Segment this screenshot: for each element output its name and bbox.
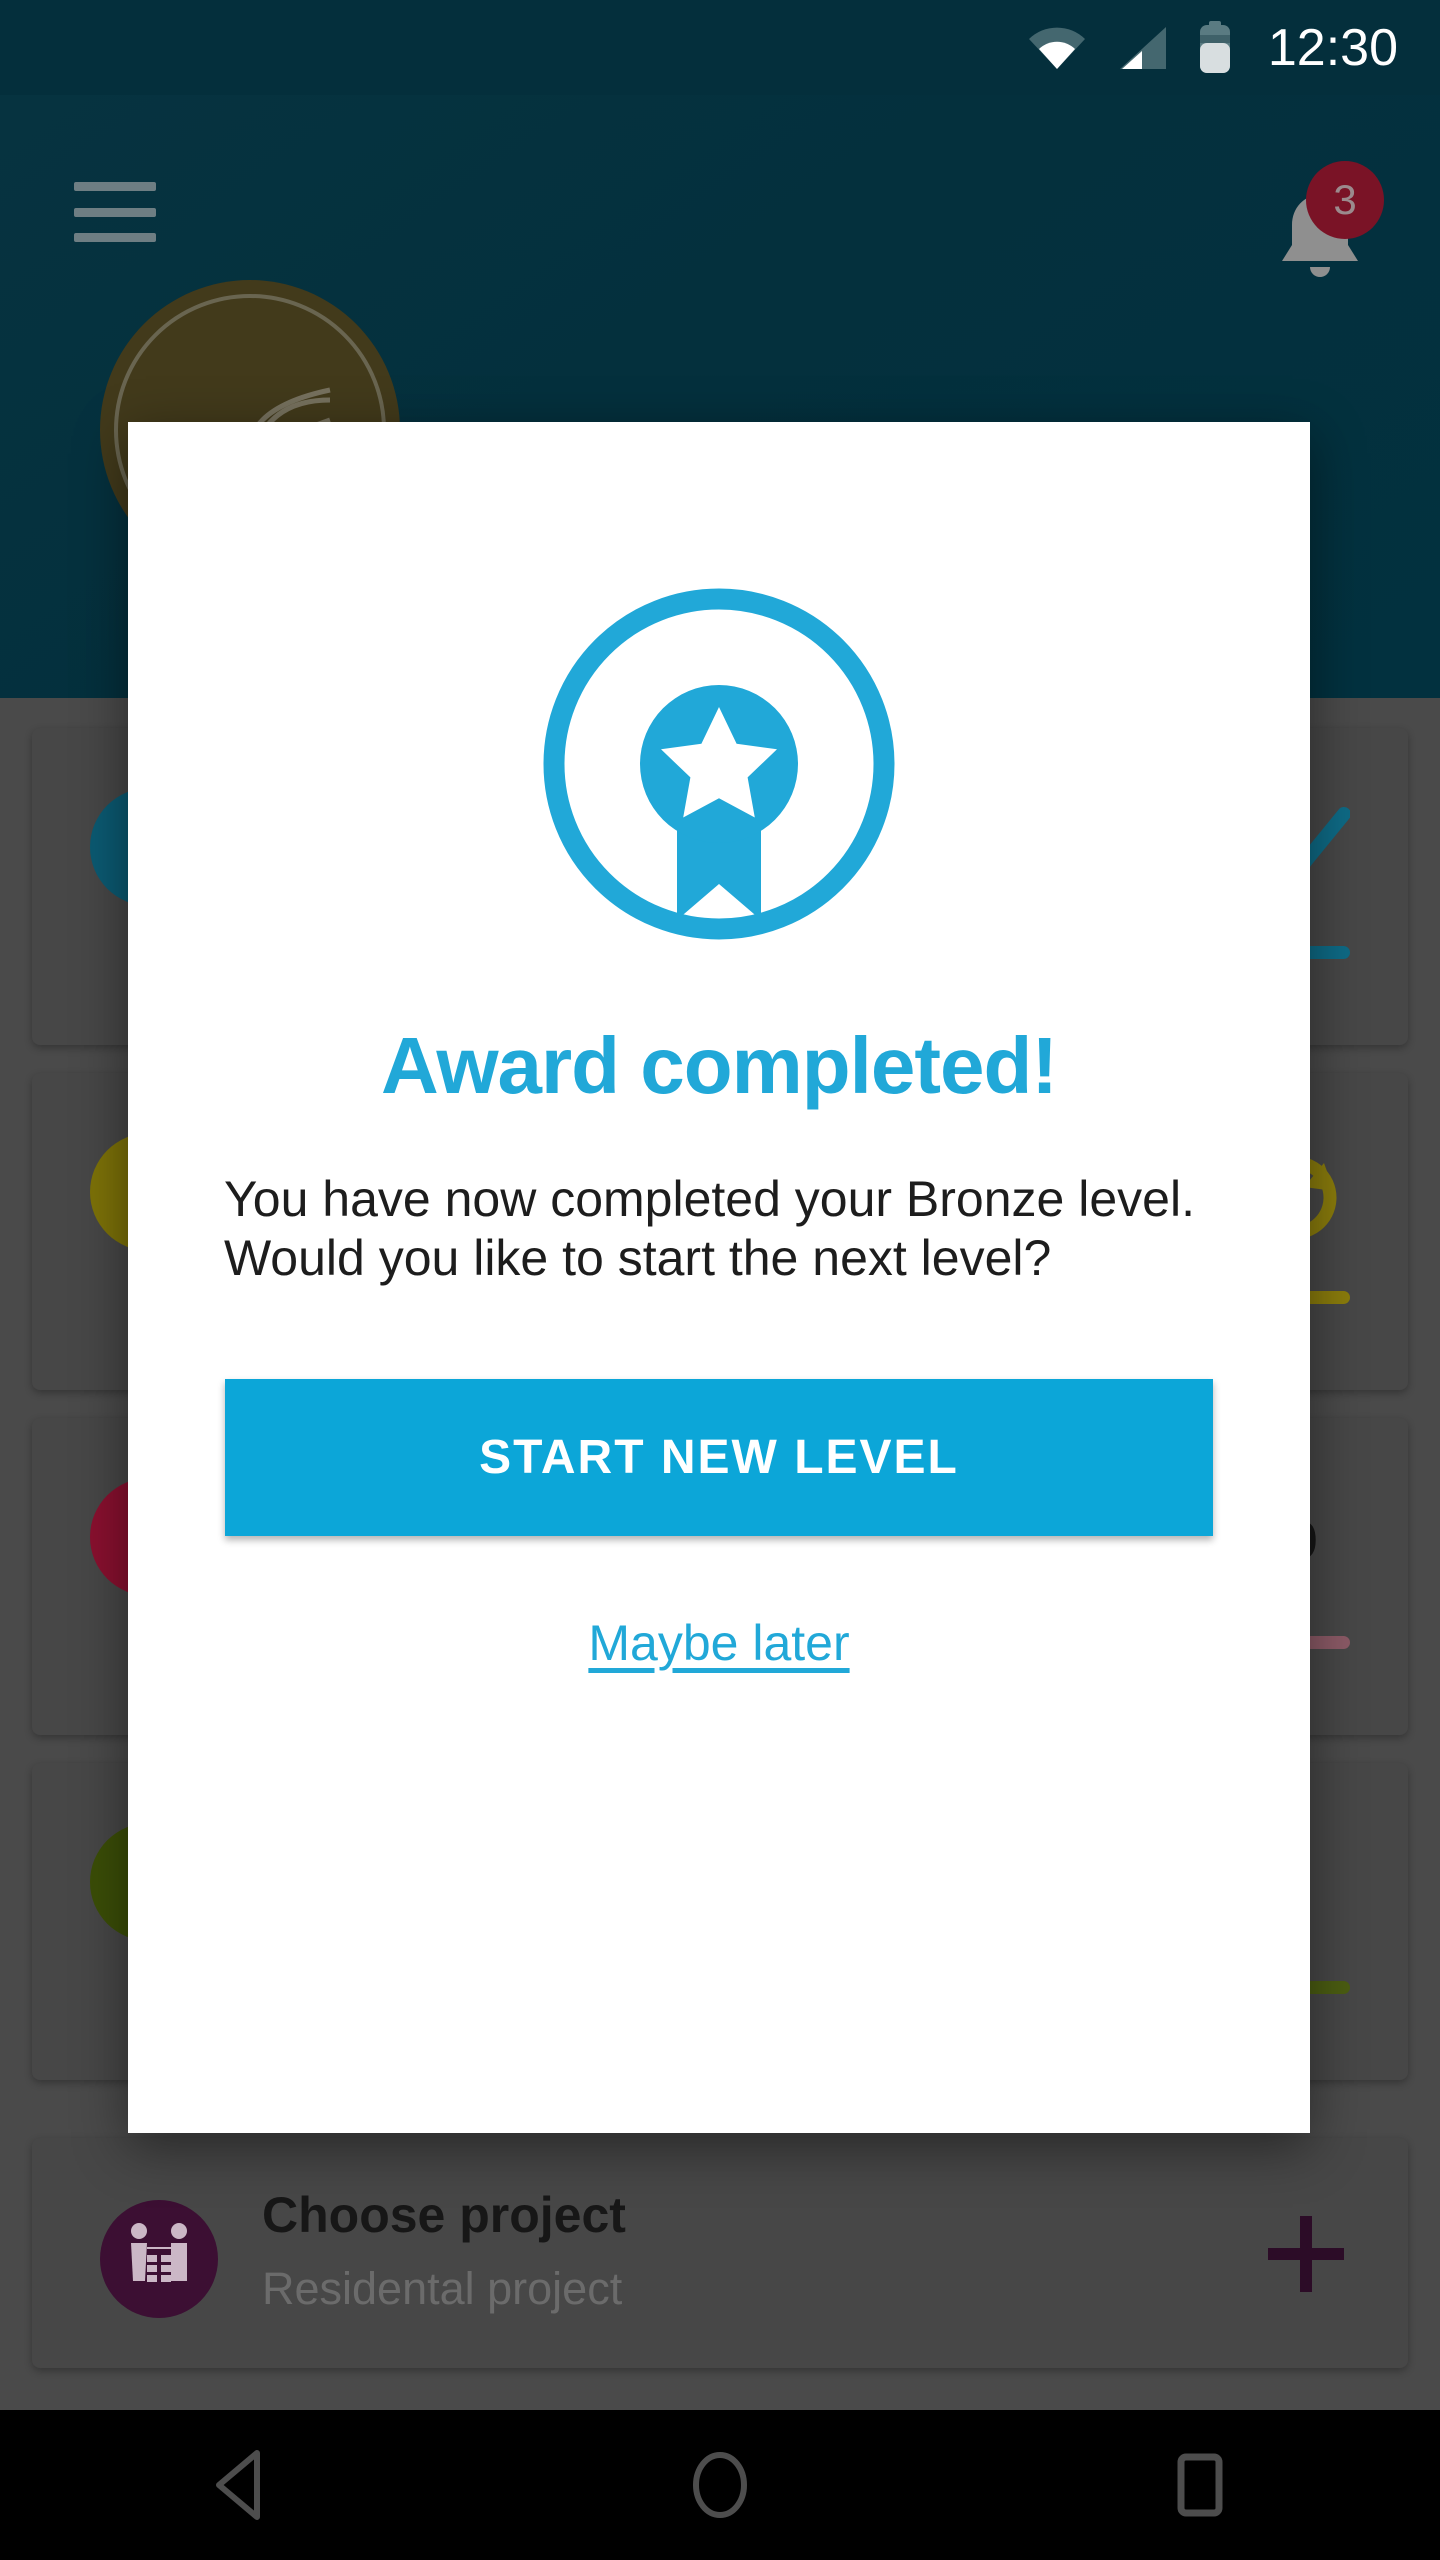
notification-badge: 3	[1306, 161, 1384, 239]
start-new-level-button[interactable]: START NEW LEVEL	[225, 1379, 1213, 1536]
hamburger-menu-icon[interactable]	[74, 182, 156, 242]
dialog-body-text: You have now completed your Bronze level…	[224, 1171, 1195, 1286]
dialog-title: Award completed!	[381, 1021, 1058, 1110]
award-medal-icon	[529, 574, 909, 954]
choose-project-row[interactable]: Choose project Residental project	[32, 2138, 1408, 2368]
home-circle-icon[interactable]	[650, 2430, 790, 2540]
notification-bell-icon[interactable]: 3	[1260, 161, 1384, 297]
status-clock: 12:30	[1267, 18, 1398, 77]
choose-project-title: Choose project	[262, 2187, 626, 2243]
back-triangle-icon[interactable]	[170, 2430, 310, 2540]
maybe-later-link[interactable]: Maybe later	[588, 1614, 849, 1672]
award-completed-dialog: Award completed! You have now completed …	[128, 422, 1310, 2133]
choose-project-subtitle: Residental project	[262, 2263, 623, 2314]
wifi-icon	[1028, 25, 1086, 71]
residential-people-icon	[100, 2200, 218, 2318]
recents-square-icon[interactable]	[1130, 2430, 1270, 2540]
android-nav-bar	[0, 2410, 1440, 2560]
battery-icon	[1198, 20, 1232, 75]
status-bar: 12:30	[0, 0, 1440, 95]
cellular-signal-icon	[1116, 25, 1168, 71]
phone-screen: Gold level 3	[0, 0, 1440, 2560]
plus-icon[interactable]	[1262, 2210, 1350, 2298]
